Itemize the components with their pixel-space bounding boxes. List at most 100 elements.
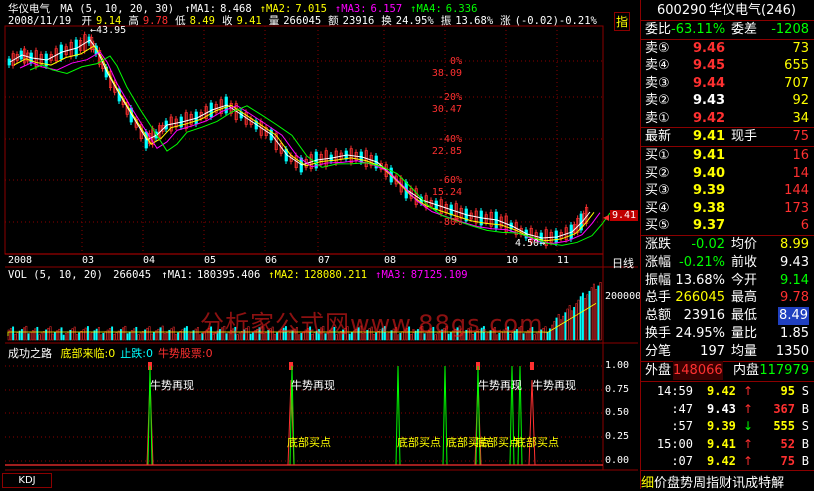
buy-row[interactable]: 买③ 9.39 144 (641, 182, 814, 199)
signal-title: 成功之路 (8, 347, 52, 360)
volume-ma-value: 87125.109 (410, 269, 468, 281)
volume-bar (84, 327, 87, 341)
sell-label: 卖③ (645, 75, 670, 91)
stat-value: 197 (700, 343, 725, 359)
buy-row[interactable]: 买① 9.41 16 (641, 147, 814, 164)
volume-bar (71, 328, 74, 341)
tick-price: 9.41 (707, 436, 736, 451)
volume-bar (148, 326, 151, 341)
volume-ma-label: MA2: (274, 269, 300, 281)
volume-bar (89, 333, 92, 341)
tick-row: :57 9.39 ↓ 555 S (641, 417, 814, 436)
buy-volume: 173 (784, 200, 809, 216)
sell-volume: 92 (792, 93, 809, 109)
tick-price: 9.43 (707, 401, 736, 416)
volume-bar (559, 319, 562, 341)
date-label: 04 (143, 255, 156, 266)
volume-bar (551, 324, 554, 341)
signal-bull-label: 牛势再现 (150, 379, 194, 392)
volume-bar (45, 329, 48, 341)
axis-pct: -60% (437, 175, 462, 186)
axis-price: 38.09 (431, 68, 462, 79)
buy-row[interactable]: 买④ 9.38 173 (641, 200, 814, 217)
watermark: 分析家公式网www.88gs.com (200, 310, 544, 338)
weibi-row: 委比 -63.11% 委差 -1208 (641, 20, 814, 39)
stat-value: 9.43 (780, 254, 809, 270)
weibi-label: 委比 (645, 22, 672, 37)
date-label: 03 (82, 255, 95, 266)
volume-bar (579, 296, 582, 341)
volume-bar (159, 327, 162, 341)
volume-bar (152, 332, 155, 341)
date-label: 09 (445, 255, 458, 266)
tick-row: :07 9.42 ↑ 75 B (641, 452, 814, 471)
date-label: 11 (557, 255, 570, 266)
tick-arrow-icon: ↑ (743, 384, 754, 398)
outer-label: 外盘 (645, 363, 672, 378)
volume-bar (108, 328, 111, 341)
sell-row[interactable]: 卖⑤ 9.46 73 (641, 40, 814, 57)
volume-bar (78, 332, 81, 341)
stat-value: 13.68% (675, 272, 725, 288)
signal-legend-value: 0 (108, 347, 116, 360)
sell-row[interactable]: 卖② 9.43 92 (641, 92, 814, 109)
buy-label: 买② (645, 165, 670, 181)
signal-buy-label: 底部买点 (287, 436, 331, 449)
date-label: 07 (318, 255, 331, 266)
volume-bar (64, 333, 67, 341)
buy-row[interactable]: 买⑤ 9.37 6 (641, 217, 814, 234)
date-label: 05 (204, 255, 217, 266)
tick-row: :47 9.43 ↑ 367 B (641, 400, 814, 419)
stat-label: 均价 (731, 237, 758, 252)
tick-price: 9.42 (707, 454, 736, 469)
ohlc-value: 9.78 (142, 15, 169, 27)
ohlc-values: 开 9.14 高 9.78 低 8.49 收 9.41 量 266045 额 23916 换 24.95%… (82, 15, 604, 27)
volume-bar (166, 331, 169, 341)
stat-label: 量比 (731, 326, 758, 341)
volume-bar (586, 294, 589, 341)
stat-value: -0.02 (691, 237, 725, 252)
volume-bar (577, 299, 580, 341)
signal-bull-label: 牛势再现 (532, 379, 576, 392)
tick-time: :07 (671, 454, 693, 469)
stat-row: 总手 266045 最高 9.78 (641, 289, 814, 307)
ohlc-item: 量 266045 (269, 15, 325, 27)
signal-header: 成功之路 底部来临:0 止跌:0 牛势股票:0 (8, 345, 218, 361)
indicator-tab[interactable]: 指 (614, 12, 631, 31)
volume-bar (42, 331, 45, 341)
tick-side: B (801, 401, 809, 416)
volume-bar (562, 315, 565, 341)
buy-row[interactable]: 买② 9.40 14 (641, 165, 814, 182)
period-label[interactable]: 日线 (612, 255, 634, 271)
sell-price: 9.43 (693, 93, 726, 109)
volume-bar (9, 328, 12, 341)
stat-value: 9.14 (780, 272, 809, 288)
stat-label: 换手 (645, 326, 672, 341)
volume-label: VOL (5, 10, 20) (8, 269, 103, 281)
tick-time: 14:59 (656, 384, 693, 398)
volume-bar (584, 298, 587, 341)
sell-row[interactable]: 卖③ 9.44 707 (641, 75, 814, 92)
high-label: ←43.95 (90, 25, 127, 36)
chart-area[interactable]: 华仪电气 MA (5, 10, 20, 30) ↑MA1: 8.468 ↑MA2: 7… (0, 0, 641, 489)
volume-bar (113, 333, 116, 341)
sell-row[interactable]: 卖① 9.42 34 (641, 110, 814, 127)
volume-bar (122, 327, 125, 341)
volume-bar (111, 326, 114, 341)
date-label: 08 (384, 255, 397, 266)
signal-legend-item: 底部来临:0 (61, 347, 116, 360)
ohlc-value: 13.68% (455, 15, 494, 27)
stat-row: 涨跌 -0.02 均价 8.99 (641, 236, 814, 254)
volume-bar (570, 310, 573, 341)
kdj-tab[interactable]: KDJ (2, 473, 52, 488)
weibi-value: -63.11% (671, 22, 726, 37)
buy-price: 9.39 (693, 183, 726, 199)
volume-bar (29, 331, 32, 341)
sell-row[interactable]: 卖④ 9.45 655 (641, 57, 814, 74)
volume-bar (75, 334, 78, 341)
tick-side: S (801, 419, 809, 434)
quote-panel: 600290 华仪电气(246) 委比 -63.11% 委差 -1208 卖⑤ 9… (640, 0, 814, 491)
tick-time: 15:00 (656, 436, 693, 451)
stat-row: 总额 23916 最低 8.49 (641, 307, 814, 326)
buy-label: 买⑤ (645, 218, 670, 234)
